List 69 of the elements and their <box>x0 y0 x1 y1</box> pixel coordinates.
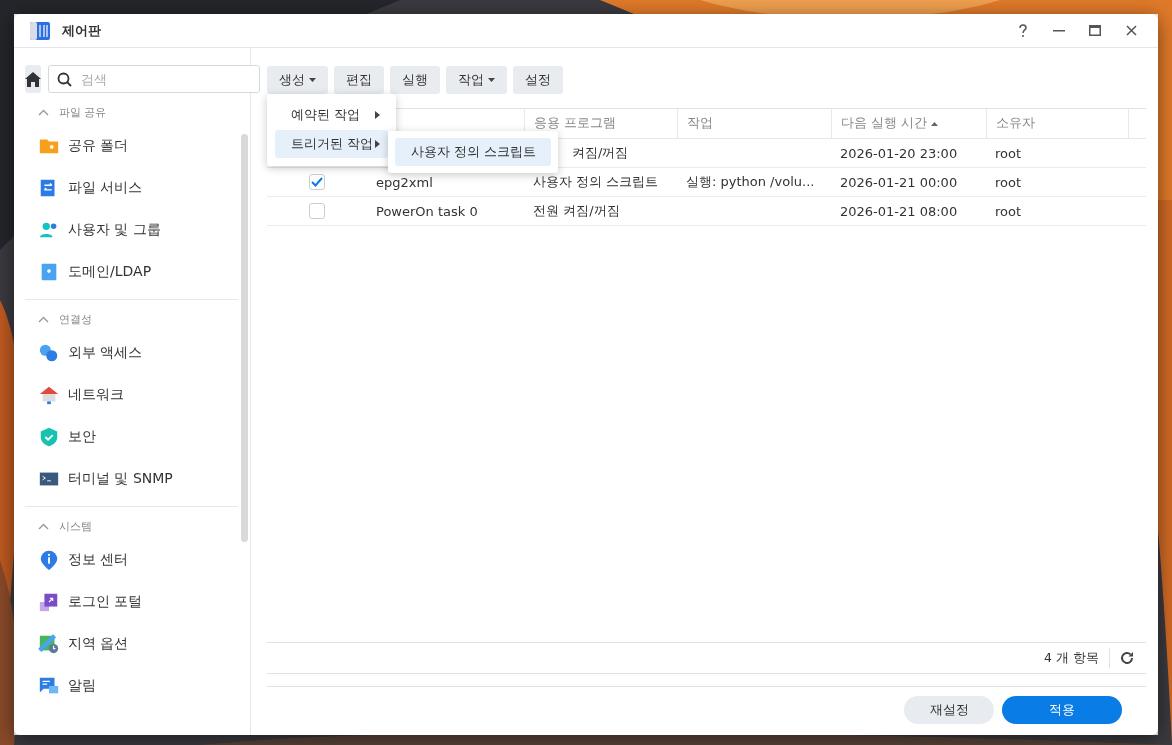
minimize-icon <box>1053 29 1065 32</box>
shield-icon <box>38 426 60 448</box>
submenu-arrow-icon <box>375 111 380 119</box>
map-clock-icon <box>38 633 60 655</box>
house-icon <box>38 384 60 406</box>
toolbar-button[interactable]: 실행 <box>390 66 440 94</box>
maximize-icon <box>1089 25 1101 36</box>
menu-item[interactable]: 트리거된 작업 <box>275 130 388 158</box>
menu-item[interactable]: 사용자 정의 스크립트 <box>395 138 551 166</box>
sidebar-item[interactable]: 로그인 포털 <box>25 581 238 623</box>
chevron-icon <box>38 522 49 530</box>
column-header[interactable]: 작업 <box>677 109 831 138</box>
sidebar-item[interactable]: 보안 <box>25 416 238 458</box>
item-count: 4 개 항목 <box>1044 648 1110 668</box>
home-icon <box>25 71 41 87</box>
scrollbar[interactable] <box>241 134 248 542</box>
table-cell: 2026-01-21 00:00 <box>840 174 958 190</box>
sidebar-item[interactable]: 네트워크 <box>25 374 238 416</box>
column-header[interactable]: 응용 프로그램 <box>524 109 677 138</box>
link-icon <box>38 342 60 364</box>
table-cell: 사용자 정의 스크립트 <box>533 174 659 189</box>
table-cell: 2026-01-21 08:00 <box>840 203 958 219</box>
help-icon <box>1018 23 1028 38</box>
chevron-icon <box>38 315 49 323</box>
toolbar-button[interactable]: 작업 <box>446 66 507 94</box>
submenu-arrow-icon <box>375 140 380 148</box>
refresh-icon[interactable] <box>1120 651 1134 665</box>
info-icon <box>38 549 60 571</box>
search-icon <box>57 72 72 87</box>
column-header[interactable]: 다음 실행 시간 <box>831 109 986 138</box>
table-cell: PowerOn task 0 <box>376 203 478 219</box>
portal-icon <box>38 591 60 613</box>
table-cell: root <box>995 174 1022 190</box>
close-icon <box>1125 25 1137 36</box>
sidebar-item[interactable]: 알림 <box>25 665 238 707</box>
sidebar-item[interactable]: 사용자 및 그룹 <box>25 209 238 251</box>
table-cell: root <box>995 145 1022 161</box>
column-header[interactable]: 소유자 <box>986 109 1128 138</box>
sort-icon <box>930 121 938 126</box>
section-header[interactable]: 파일 공유 <box>25 99 107 125</box>
caret-icon <box>488 78 495 82</box>
caret-icon <box>309 78 316 82</box>
menu-item[interactable]: 예약된 작업 <box>275 101 388 129</box>
table-cell: 실행: python /volu... <box>686 174 815 189</box>
section-header[interactable]: 시스템 <box>25 513 92 539</box>
row-checkbox[interactable] <box>309 203 325 219</box>
search-field[interactable]: 검색 <box>48 65 260 93</box>
sidebar-item[interactable]: 파일 서비스 <box>25 167 238 209</box>
sidebar-item[interactable]: 도메인/LDAP <box>25 251 238 293</box>
sidebar-item[interactable]: 지역 옵션 <box>25 623 238 665</box>
row-checkbox[interactable] <box>309 174 325 190</box>
table-cell: epg2xml <box>376 174 433 190</box>
apply-button[interactable]: 적용 <box>1002 696 1122 724</box>
table-cell: 켜짐/꺼짐 <box>572 145 629 160</box>
table-cell: root <box>995 203 1022 219</box>
toolbar-button[interactable]: 편집 <box>334 66 384 94</box>
table-cell: 전원 켜짐/꺼짐 <box>533 203 620 218</box>
sidebar-item[interactable]: 터미널 및 SNMP <box>25 458 238 500</box>
table-cell: 2026-01-20 23:00 <box>840 145 958 161</box>
chevron-icon <box>38 108 49 116</box>
home-button[interactable] <box>25 65 41 93</box>
sidebar-item[interactable]: 외부 액세스 <box>25 332 238 374</box>
sidebar-item[interactable]: 공유 폴더 <box>25 125 238 167</box>
toolbar-button[interactable]: 생성 <box>267 66 328 94</box>
sidebar-item[interactable]: 정보 센터 <box>25 539 238 581</box>
reset-button[interactable]: 재설정 <box>904 696 994 724</box>
section-header[interactable]: 연결성 <box>25 306 92 332</box>
toolbar-button[interactable]: 설정 <box>513 66 563 94</box>
window-title: 제어판 <box>62 21 102 40</box>
